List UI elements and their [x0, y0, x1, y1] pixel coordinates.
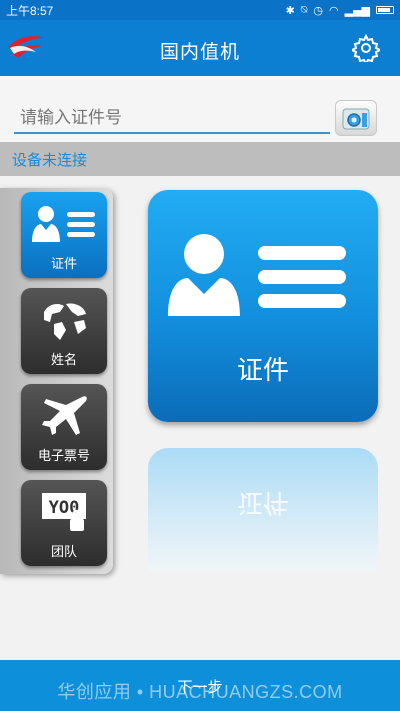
globe-icon [44, 303, 86, 340]
menu-item-team[interactable]: YO0 团队 [21, 480, 107, 566]
battery-icon [376, 6, 394, 14]
menu-item-name[interactable]: 姓名 [21, 288, 107, 374]
svg-text:YO0: YO0 [49, 498, 80, 518]
menu-item-label: 团队 [50, 545, 77, 560]
menu-item-id[interactable]: 证件 [21, 192, 107, 278]
status-time: 上午8:57 [6, 3, 54, 18]
id-card-icon [168, 234, 346, 316]
app-bar: 国内值机 [0, 20, 400, 76]
alarm-off-icon: ⍉ [300, 3, 308, 16]
id-card-icon [32, 206, 95, 242]
menu-item-label: 姓名 [50, 353, 77, 368]
bluetooth-icon: ✱ [285, 3, 295, 17]
connection-status-text: 设备未连接 [12, 151, 88, 169]
card-reflection: 证件 [148, 448, 378, 570]
menu-item-label: 电子票号 [37, 449, 90, 464]
selected-mode-label: 证件 [236, 356, 289, 386]
gear-icon[interactable] [352, 34, 380, 62]
watermark: 华创应用 • HUACHUANGZS.COM [57, 682, 343, 702]
alarm-icon: ◷ [313, 3, 323, 17]
search-mode-menu: 证件 姓名 电子票号 YO0 团队 [0, 188, 113, 574]
status-bar: 上午8:57 ✱ ⍉ ◷ ◠ ▂▄▆ [0, 0, 400, 20]
wifi-icon: ◠ [329, 3, 339, 17]
team-lock-icon: YO0 [42, 493, 86, 531]
menu-item-label: 证件 [50, 257, 77, 272]
status-icons: ✱ ⍉ ◷ ◠ ▂▄▆ [286, 3, 394, 17]
scan-button[interactable] [335, 100, 377, 136]
page-title: 国内值机 [159, 41, 240, 63]
signal-icon: ▂▄▆ [344, 3, 370, 17]
connection-status-bar: 设备未连接 [0, 142, 400, 176]
next-button[interactable]: 下一步 华创应用 • HUACHUANGZS.COM [0, 660, 400, 711]
id-number-input[interactable] [14, 104, 330, 134]
camera-scan-icon [342, 108, 370, 130]
reflection-label: 证件 [236, 487, 289, 517]
airplane-icon [42, 396, 87, 435]
menu-item-eticket[interactable]: 电子票号 [21, 384, 107, 470]
selected-mode-card[interactable]: 证件 [148, 190, 378, 422]
